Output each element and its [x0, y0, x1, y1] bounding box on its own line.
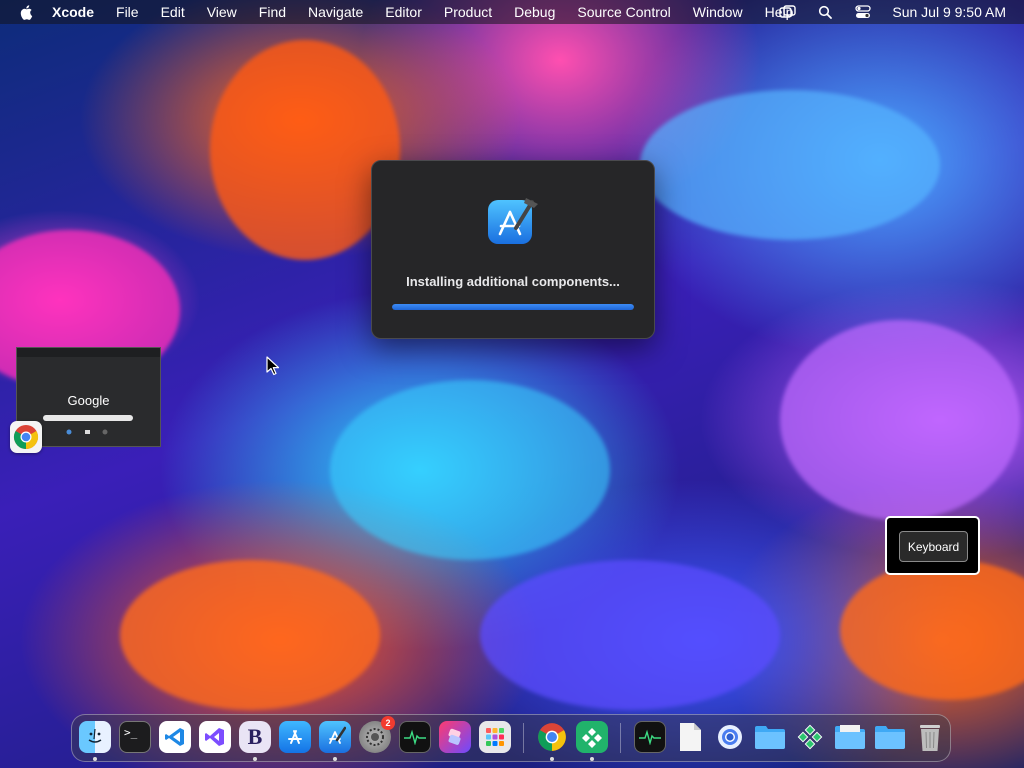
menu-debug[interactable]: Debug: [514, 4, 555, 20]
menu-bar-status-area: Sun Jul 9 9:50 AM: [758, 0, 1006, 24]
xcode-icon: [488, 198, 538, 244]
menu-app-name[interactable]: Xcode: [52, 4, 94, 20]
document-icon[interactable]: [674, 721, 706, 753]
system-settings-icon[interactable]: 2: [359, 716, 395, 753]
install-components-dialog: Installing additional components...: [371, 160, 655, 339]
menu-product[interactable]: Product: [444, 4, 492, 20]
dock-separator: [620, 723, 621, 753]
vscode-icon[interactable]: [159, 721, 191, 753]
menu-editor[interactable]: Editor: [385, 4, 422, 20]
spotlight-search-icon[interactable]: [816, 4, 834, 20]
thumbnail-search-bar: [43, 415, 133, 421]
thumbnail-titlebar: [17, 348, 160, 357]
menu-edit[interactable]: Edit: [161, 4, 185, 20]
folder-icon[interactable]: [874, 721, 906, 753]
keyboard-button[interactable]: Keyboard: [899, 531, 968, 562]
running-indicator: [93, 757, 97, 761]
wallpaper-shape: [480, 560, 780, 710]
apple-menu-icon[interactable]: [18, 3, 36, 21]
install-message: Installing additional components...: [406, 274, 620, 289]
trash-icon[interactable]: [914, 721, 946, 753]
bbedit-icon[interactable]: B: [239, 721, 271, 753]
finder-icon[interactable]: [79, 721, 111, 753]
chrome-icon[interactable]: [536, 721, 568, 753]
notification-badge: 2: [381, 716, 395, 730]
green-diamond-doc-icon[interactable]: [794, 721, 826, 753]
activity-monitor-doc-icon[interactable]: [634, 721, 666, 753]
visual-studio-icon[interactable]: [199, 721, 231, 753]
launchpad-icon[interactable]: [479, 721, 511, 753]
wallpaper-shape: [780, 320, 1020, 520]
thumbnail-google-logo: Google: [67, 393, 110, 408]
dock-separator: [523, 723, 524, 753]
xcode-icon[interactable]: [319, 721, 351, 753]
control-center-icon[interactable]: [854, 4, 872, 20]
chrome-dev-icon[interactable]: [714, 721, 746, 753]
menu-find[interactable]: Find: [259, 4, 286, 20]
keyboard-hud: Keyboard: [885, 516, 980, 575]
install-progress-fill: [392, 304, 634, 310]
wallpaper-shape: [330, 380, 610, 560]
running-indicator: [590, 757, 594, 761]
folder-icon[interactable]: [834, 721, 866, 753]
terminal-icon[interactable]: >_: [119, 721, 151, 753]
running-indicator: [550, 757, 554, 761]
dock: >_ B 2: [71, 714, 951, 762]
screen-mirroring-icon[interactable]: [778, 4, 796, 20]
app-store-icon[interactable]: [279, 721, 311, 753]
menu-file[interactable]: File: [116, 4, 139, 20]
folder-icon[interactable]: [754, 721, 786, 753]
menu-window[interactable]: Window: [693, 4, 743, 20]
menu-bar: Xcode File Edit View Find Navigate Edito…: [0, 0, 1024, 24]
green-diamond-app-icon[interactable]: [576, 721, 608, 753]
wallpaper-shape: [120, 560, 380, 710]
wallpaper-shape: [640, 90, 940, 240]
menu-bar-clock[interactable]: Sun Jul 9 9:50 AM: [892, 4, 1006, 20]
menu-view[interactable]: View: [207, 4, 237, 20]
running-indicator: [333, 757, 337, 761]
menu-navigate[interactable]: Navigate: [308, 4, 363, 20]
wallpaper-shape: [840, 560, 1024, 700]
shortcuts-icon[interactable]: [439, 721, 471, 753]
mouse-cursor-icon: [266, 356, 280, 376]
activity-monitor-icon[interactable]: [399, 721, 431, 753]
running-indicator: [253, 757, 257, 761]
install-progress-bar: [392, 304, 634, 310]
chrome-icon: [10, 421, 42, 453]
thumbnail-shortcuts: [66, 429, 108, 435]
menu-source-control[interactable]: Source Control: [577, 4, 670, 20]
